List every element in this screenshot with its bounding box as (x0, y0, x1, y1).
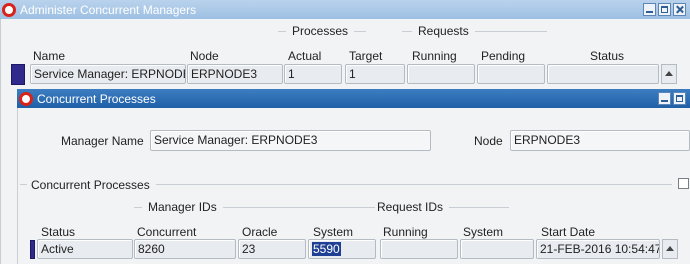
inner-window-title: Concurrent Processes (37, 91, 156, 106)
requests-group-label: Requests (418, 24, 469, 38)
column-header-system: System (313, 225, 354, 239)
section-divider (20, 184, 27, 185)
close-icon[interactable] (673, 3, 686, 16)
column-header-start-date: Start Date (541, 225, 596, 239)
concurrent-id-cell[interactable]: 8260 (134, 239, 236, 259)
manager-name-field[interactable]: Service Manager: ERPNODE3 (150, 130, 431, 151)
section-checkbox[interactable] (678, 178, 689, 189)
column-header-system-request: System (463, 225, 504, 239)
manager-name-label: Manager Name (61, 134, 144, 148)
row-selector[interactable] (11, 64, 25, 85)
oracle-id-cell[interactable]: 23 (238, 239, 306, 259)
outer-window-titlebar[interactable]: Administer Concurrent Managers (0, 0, 690, 19)
start-date-cell[interactable]: 21-FEB-2016 10:54:47 (536, 239, 660, 259)
column-header-name: Name (33, 49, 66, 63)
request-ids-group-label: Request IDs (377, 200, 444, 214)
row-selector[interactable] (30, 240, 35, 259)
node-cell[interactable]: ERPNODE3 (187, 64, 283, 84)
running-cell[interactable] (407, 64, 475, 84)
column-header-pending: Pending (481, 49, 526, 63)
column-header-node: Node (190, 49, 219, 63)
target-cell[interactable]: 1 (345, 64, 405, 84)
outer-window-title: Administer Concurrent Managers (20, 2, 197, 17)
column-header-status: Status (590, 49, 625, 63)
request-ids-group-header: Request IDs (377, 200, 510, 214)
inner-window-titlebar[interactable]: Concurrent Processes (17, 89, 690, 108)
scroll-up-arrow-icon[interactable] (661, 64, 677, 84)
maximize-icon[interactable] (673, 92, 686, 105)
selected-text: 5590 (312, 242, 341, 256)
processes-group-header: Processes (278, 24, 367, 38)
column-header-actual: Actual (288, 49, 322, 63)
minimize-icon[interactable] (658, 92, 671, 105)
section-divider (156, 184, 672, 185)
scroll-up-arrow-icon[interactable] (662, 239, 678, 259)
minimize-icon[interactable] (643, 3, 656, 16)
system-request-id-cell[interactable] (460, 239, 534, 259)
column-header-oracle: Oracle (242, 225, 278, 239)
column-header-concurrent: Concurrent (137, 225, 197, 239)
maximize-icon[interactable] (658, 3, 671, 16)
node-field[interactable]: ERPNODE3 (510, 130, 690, 151)
process-status-cell[interactable]: Active (37, 239, 133, 259)
column-header-running: Running (412, 49, 457, 63)
actual-cell[interactable]: 1 (284, 64, 342, 84)
oracle-icon (2, 2, 16, 17)
system-id-cell[interactable]: 5590 (308, 239, 376, 259)
concurrent-processes-section-title: Concurrent Processes (31, 178, 150, 192)
column-header-target: Target (349, 49, 383, 63)
oracle-icon (19, 91, 33, 106)
running-request-id-cell[interactable] (380, 239, 458, 259)
node-label: Node (474, 134, 503, 148)
manager-ids-group-label: Manager IDs (148, 200, 217, 214)
status-cell[interactable] (547, 64, 659, 84)
outer-window-border (0, 19, 1, 264)
requests-group-header: Requests (402, 24, 547, 38)
column-header-running: Running (383, 225, 428, 239)
column-header-status: Status (41, 225, 76, 239)
processes-group-label: Processes (292, 24, 349, 38)
manager-name-cell[interactable]: Service Manager: ERPNODE (30, 64, 186, 84)
manager-ids-group-header: Manager IDs (134, 200, 375, 214)
pending-cell[interactable] (477, 64, 545, 84)
